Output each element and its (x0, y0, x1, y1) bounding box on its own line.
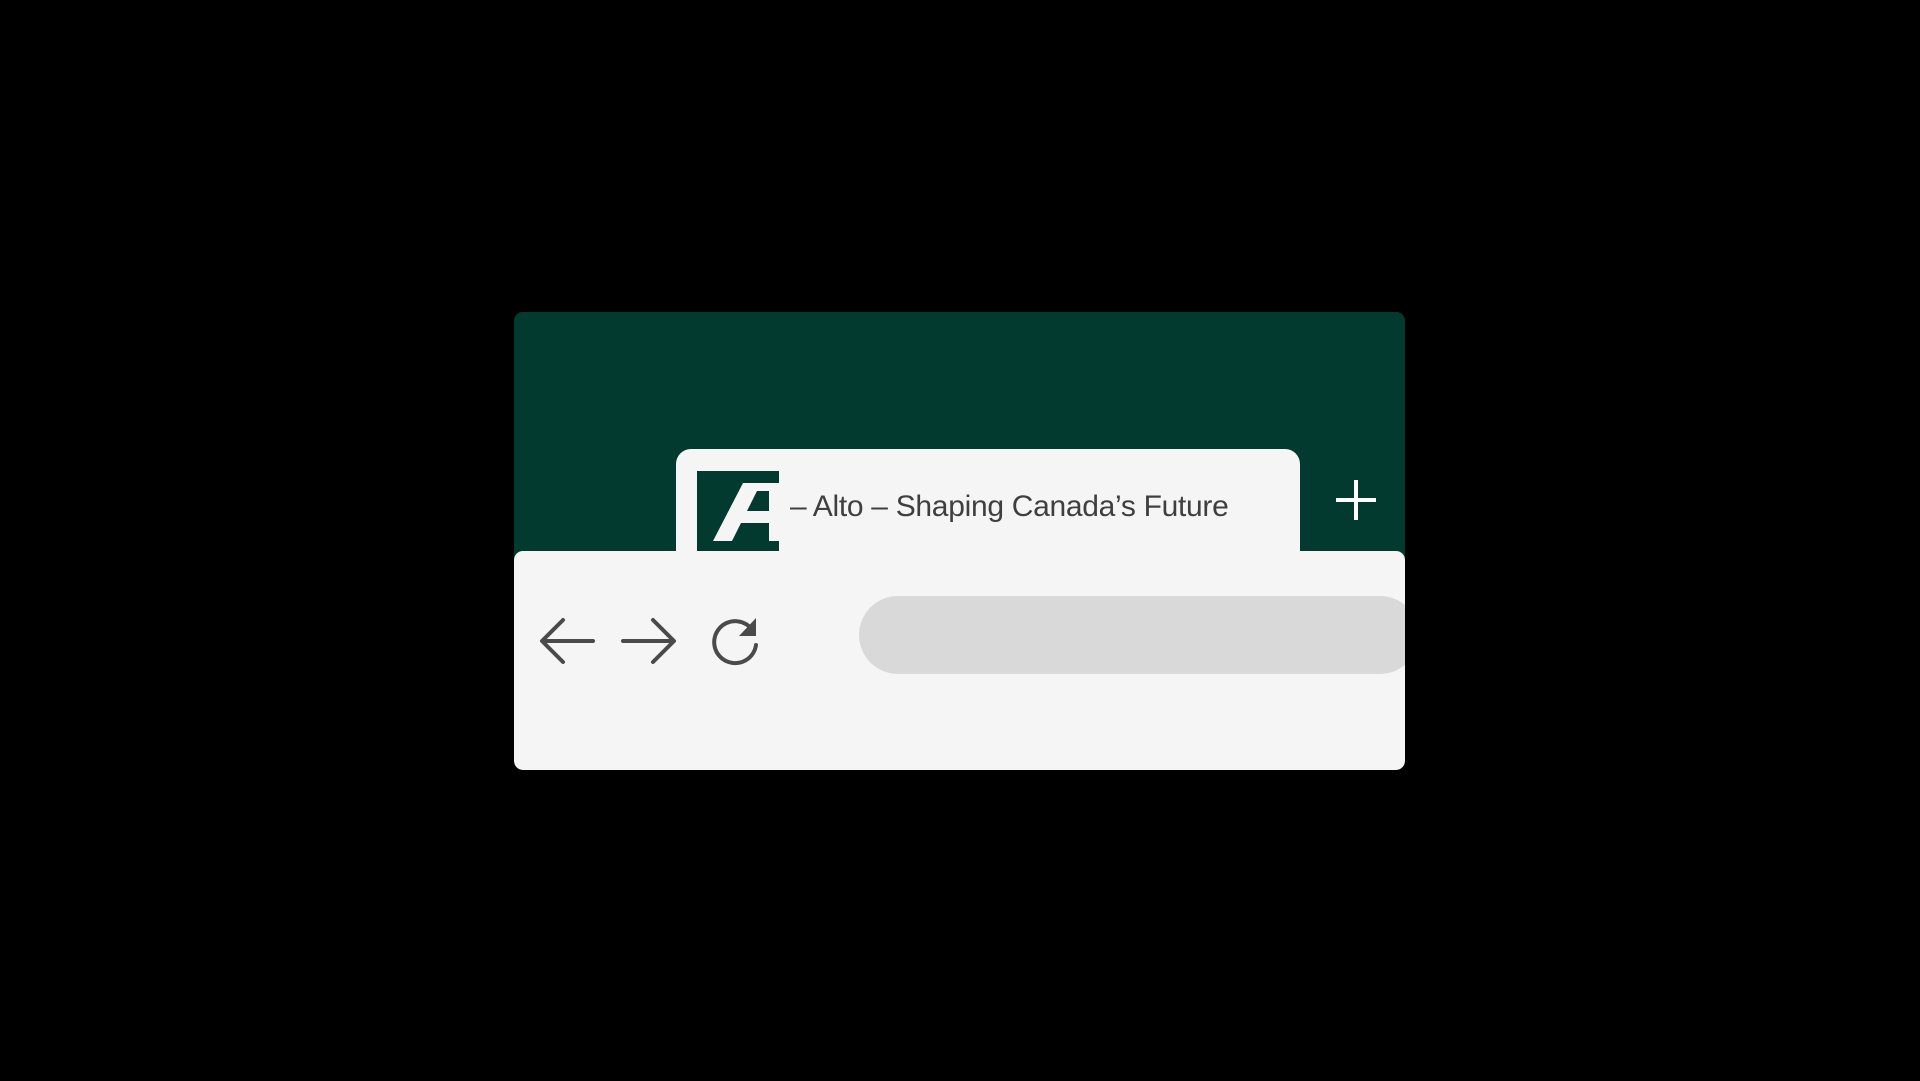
back-button[interactable] (535, 609, 599, 673)
tab-title: – Alto – Shaping Canada’s Future (790, 490, 1229, 523)
arrow-right-icon (617, 609, 681, 673)
toolbar (514, 551, 1405, 770)
reload-icon (703, 609, 767, 673)
tab-active[interactable]: – Alto – Shaping Canada’s Future (676, 449, 1300, 561)
reload-button[interactable] (703, 609, 767, 673)
forward-button[interactable] (617, 609, 681, 673)
browser-window: – Alto – Shaping Canada’s Future (514, 312, 1405, 770)
alto-logo-icon (697, 471, 779, 553)
new-tab-button[interactable] (1328, 472, 1384, 528)
address-bar[interactable] (859, 596, 1405, 674)
tab-strip: – Alto – Shaping Canada’s Future (514, 312, 1405, 561)
plus-icon (1328, 472, 1384, 528)
arrow-left-icon (535, 609, 599, 673)
